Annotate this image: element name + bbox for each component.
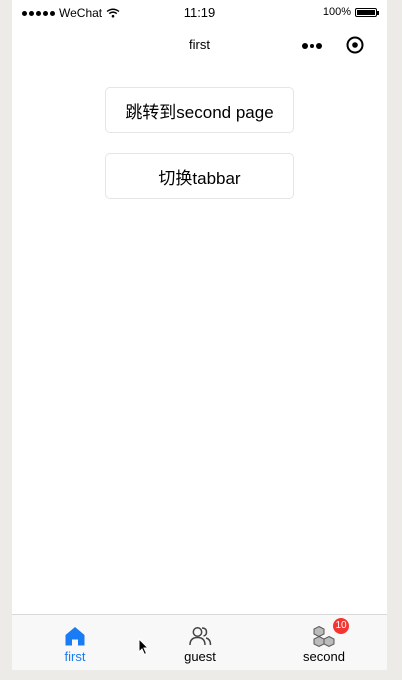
mouse-cursor-icon (138, 638, 150, 656)
users-icon (189, 627, 212, 646)
page-title: first (189, 37, 210, 52)
more-dots-icon[interactable] (302, 43, 322, 49)
navigate-second-page-button[interactable]: 跳转到second page (105, 87, 294, 133)
tab-second[interactable]: 10 second (279, 615, 369, 671)
switch-tabbar-button[interactable]: 切换tabbar (105, 153, 294, 199)
phone-screen: WeChat 11:19 100% first 跳转到second page 切… (12, 0, 387, 670)
capsule-close-icon[interactable] (346, 36, 364, 54)
navigation-bar: first (12, 26, 387, 64)
tab-label: guest (184, 649, 216, 664)
tab-badge: 10 (333, 618, 349, 634)
tab-first[interactable]: first (30, 615, 120, 671)
home-icon (65, 627, 85, 646)
battery-percent: 100% (322, 6, 351, 18)
battery-icon (355, 7, 379, 17)
tab-label: first (64, 649, 86, 664)
tab-guest[interactable]: guest (155, 615, 245, 671)
tab-label: second (303, 649, 345, 664)
status-right: 100% (322, 6, 379, 18)
status-bar: WeChat 11:19 100% (12, 0, 387, 26)
tab-bar: first guest 10 second (12, 614, 387, 670)
